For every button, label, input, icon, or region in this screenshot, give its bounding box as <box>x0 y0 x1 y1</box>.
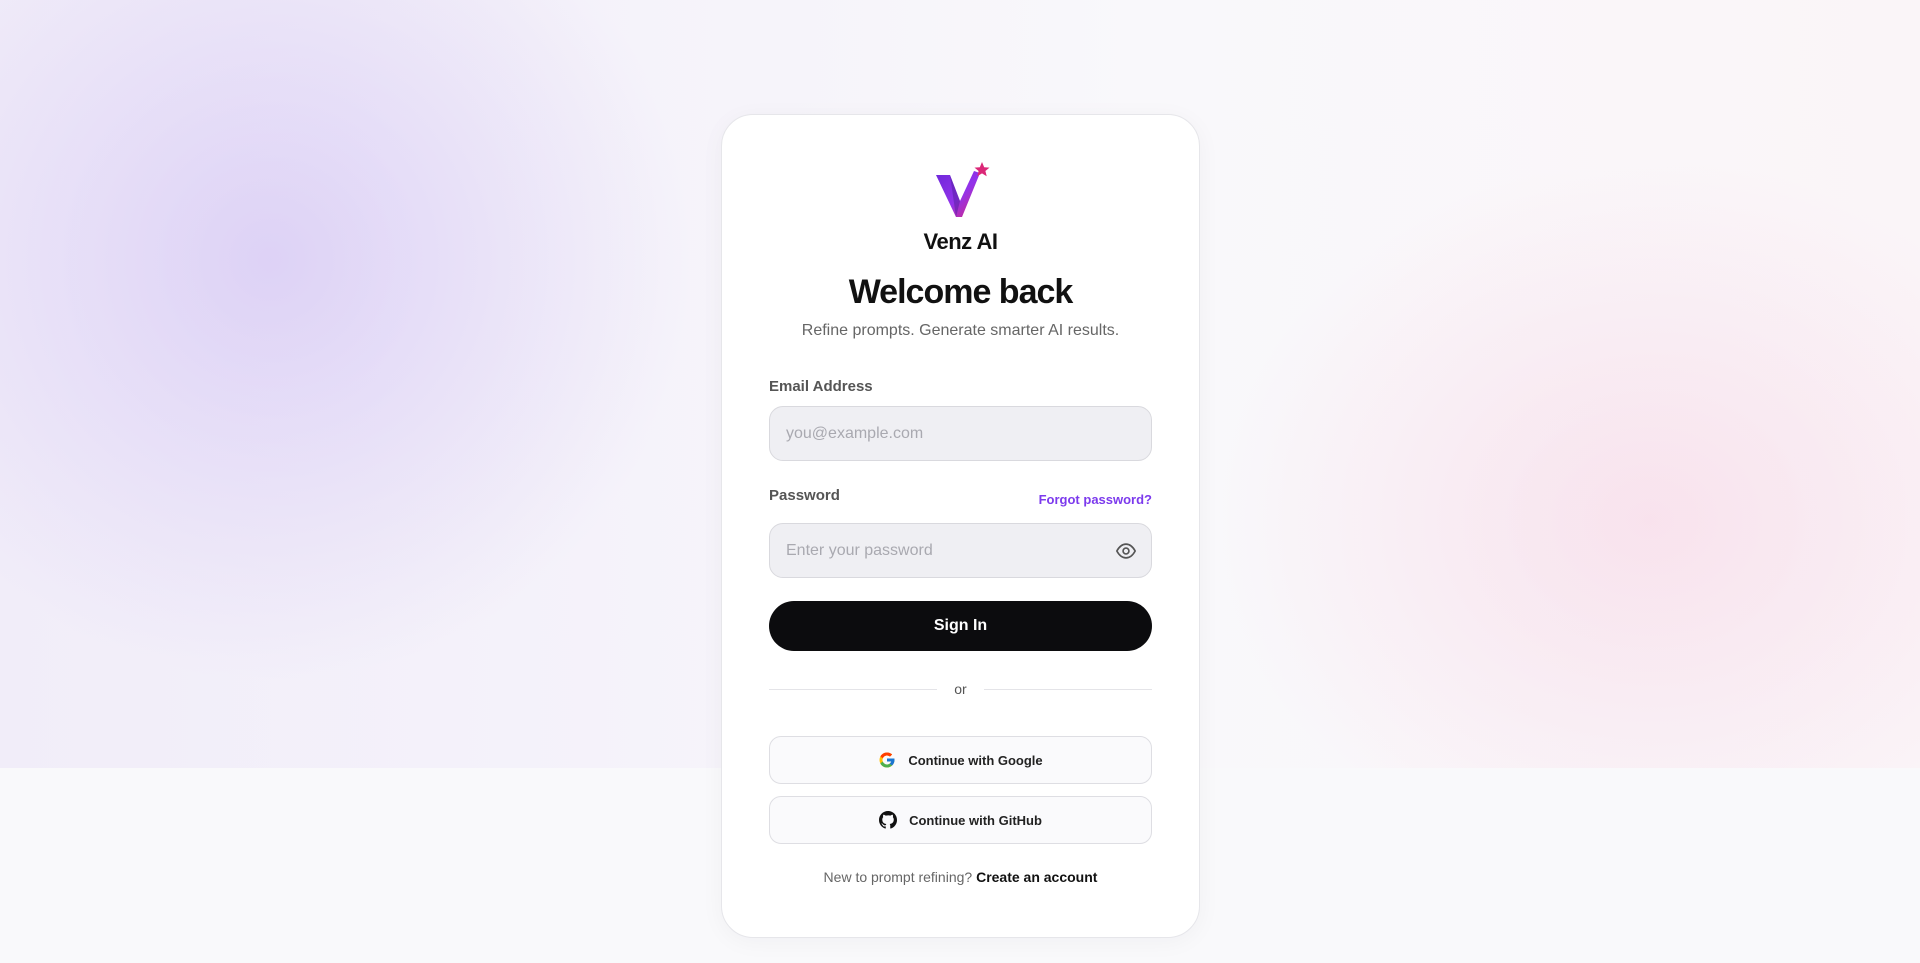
brand-name: Venz AI <box>923 229 998 254</box>
create-account-link[interactable]: Create an account <box>976 869 1097 885</box>
venz-logo-icon <box>936 162 990 217</box>
google-button-label: Continue with Google <box>908 752 1043 768</box>
page-title: Welcome back <box>848 273 1074 311</box>
signup-prompt-text: New to prompt refining? <box>823 869 973 885</box>
google-icon <box>879 752 895 768</box>
continue-with-google-button[interactable]: Continue with Google <box>769 736 1152 784</box>
login-card: Venz AI Welcome back Refine prompts. Gen… <box>721 114 1200 938</box>
password-label: Password <box>769 487 840 504</box>
sign-in-button[interactable]: Sign In <box>769 601 1152 651</box>
email-field-wrapper <box>769 406 1152 461</box>
password-input[interactable] <box>770 524 1151 577</box>
or-divider: or <box>769 681 1152 697</box>
page-subtitle: Refine prompts. Generate smarter AI resu… <box>801 322 1120 339</box>
signup-prompt: New to prompt refining? Create an accoun… <box>722 869 1199 885</box>
continue-with-github-button[interactable]: Continue with GitHub <box>769 796 1152 844</box>
github-button-label: Continue with GitHub <box>909 812 1042 828</box>
email-input[interactable] <box>770 407 1151 460</box>
github-icon <box>879 811 898 829</box>
divider-line-right <box>984 689 1152 690</box>
eye-icon[interactable] <box>1114 540 1138 562</box>
login-page: Venz AI Welcome back Refine prompts. Gen… <box>0 0 1920 963</box>
password-field-wrapper <box>769 523 1152 578</box>
email-label: Email Address <box>769 378 873 395</box>
forgot-password-link[interactable]: Forgot password? <box>1039 492 1152 507</box>
